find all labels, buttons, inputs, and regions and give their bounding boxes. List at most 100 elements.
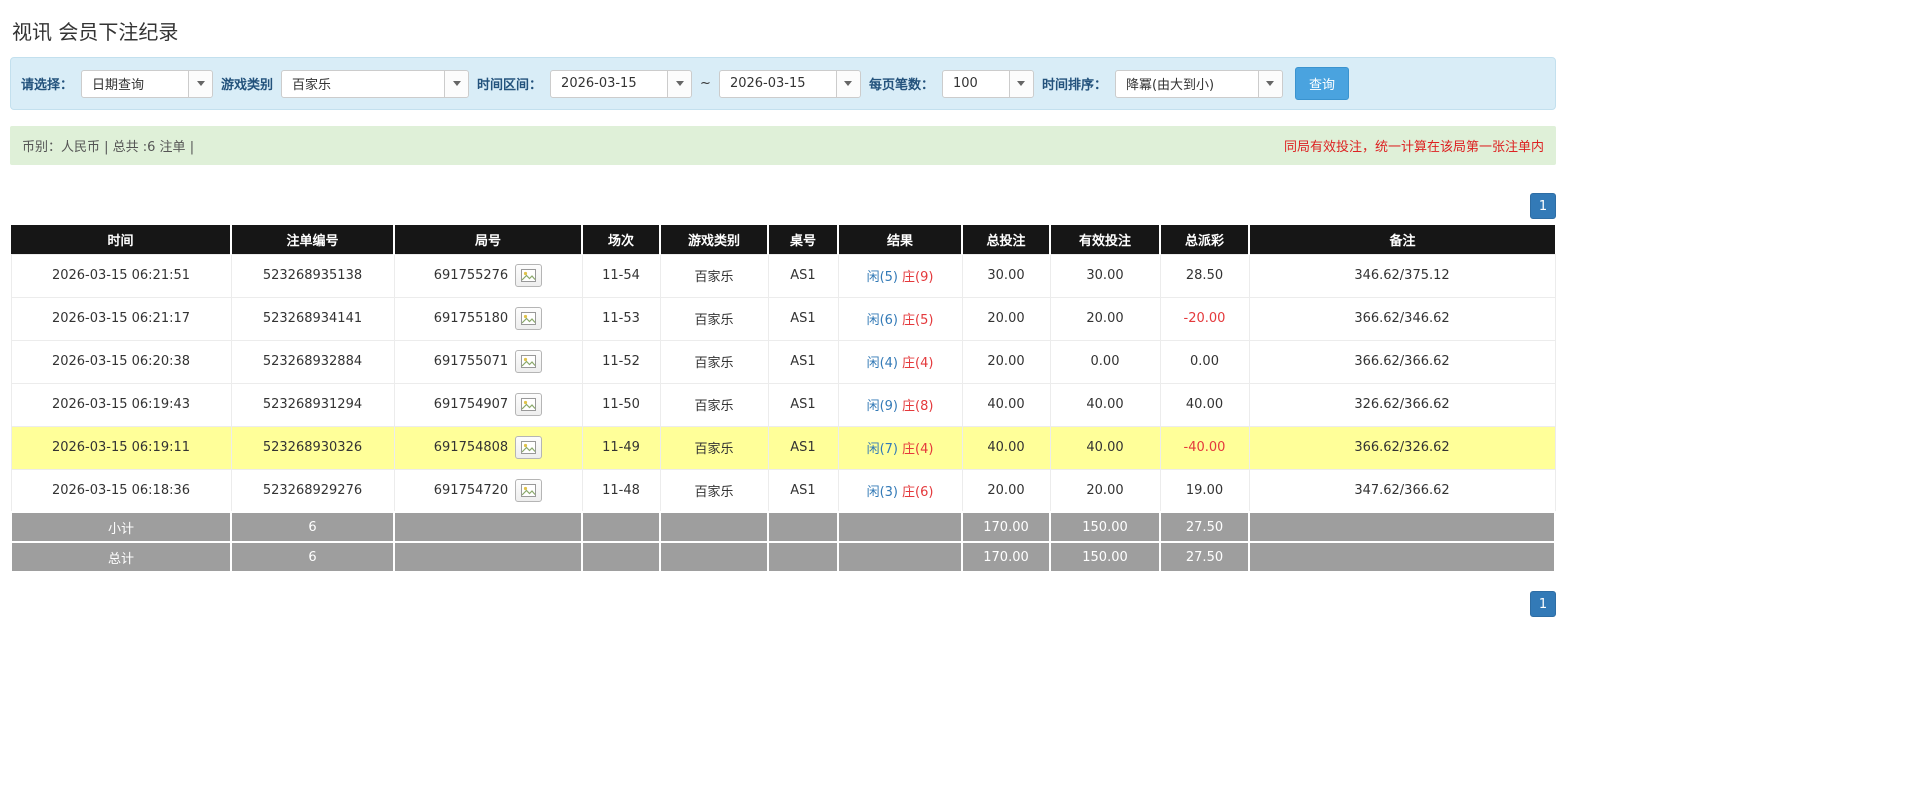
total-bet-cell[interactable]: 30.00 <box>961 253 1051 298</box>
total-valid-bet: 150.00 <box>1049 541 1161 573</box>
game-type-cell: 百家乐 <box>659 382 769 427</box>
header-session: 场次 <box>582 225 661 254</box>
round-cell: 691754808 <box>393 425 583 470</box>
result-cell: 闲(6) 庄(5) <box>837 296 963 341</box>
bet-id-cell: 523268929276 <box>230 468 395 513</box>
bet-id-cell: 523268935138 <box>230 253 395 298</box>
time-cell: 2026-03-15 06:19:43 <box>10 382 232 427</box>
page-1-button[interactable]: 1 <box>1530 591 1556 617</box>
subtotal-payout: 27.50 <box>1159 511 1250 543</box>
image-icon <box>521 483 537 497</box>
table-no-cell: AS1 <box>767 425 839 470</box>
time-cell: 2026-03-15 06:21:51 <box>10 253 232 298</box>
time-cell: 2026-03-15 06:19:11 <box>10 425 232 470</box>
table-row: 2026-03-15 06:19:11 523268930326 6917548… <box>10 425 1556 470</box>
subtotal-count: 6 <box>230 511 395 543</box>
result-cell: 闲(3) 庄(6) <box>837 468 963 513</box>
bet-id-cell: 523268931294 <box>230 382 395 427</box>
payout-cell: 28.50 <box>1159 253 1250 298</box>
bet-id-cell: 523268930326 <box>230 425 395 470</box>
round-detail-button[interactable] <box>515 436 543 459</box>
session-cell: 11-49 <box>581 425 661 470</box>
header-time: 时间 <box>11 225 232 254</box>
player-result: 闲(4) <box>866 356 898 371</box>
game-type-cell: 百家乐 <box>659 253 769 298</box>
date-range-separator: ~ <box>700 76 711 91</box>
total-payout: 27.50 <box>1159 541 1250 573</box>
bet-id-cell: 523268932884 <box>230 339 395 384</box>
total-bet-cell[interactable]: 20.00 <box>961 468 1051 513</box>
round-number: 691754808 <box>433 440 509 455</box>
chevron-down-icon[interactable] <box>835 70 860 97</box>
session-cell: 11-53 <box>581 296 661 341</box>
valid-bet-cell: 20.00 <box>1049 468 1161 513</box>
valid-bet-cell: 40.00 <box>1049 382 1161 427</box>
session-cell: 11-54 <box>581 253 661 298</box>
search-button[interactable]: 查询 <box>1294 67 1349 100</box>
time-cell: 2026-03-15 06:20:38 <box>10 339 232 384</box>
sort-order-select[interactable]: 降冪(由大到小) <box>1114 69 1283 98</box>
subtotal-valid-bet: 150.00 <box>1049 511 1161 543</box>
game-type-select[interactable]: 百家乐 <box>281 69 470 98</box>
pagination-top: 1 <box>10 193 1556 219</box>
image-icon <box>521 355 537 368</box>
valid-bet-cell: 0.00 <box>1049 339 1161 384</box>
game-type-cell: 百家乐 <box>659 296 769 341</box>
page-size-value: 100 <box>952 76 978 91</box>
round-detail-button[interactable] <box>515 478 543 502</box>
chevron-down-icon[interactable] <box>1257 70 1282 97</box>
payout-cell: 40.00 <box>1159 382 1250 427</box>
chevron-down-icon[interactable] <box>667 70 692 97</box>
banker-result: 庄(5) <box>902 313 934 328</box>
total-bet-cell[interactable]: 20.00 <box>961 296 1051 341</box>
total-bet-cell[interactable]: 40.00 <box>961 382 1051 427</box>
header-note: 备注 <box>1249 225 1555 254</box>
round-number: 691754720 <box>433 482 509 498</box>
player-result: 闲(9) <box>866 399 898 414</box>
banker-result: 庄(4) <box>902 442 934 457</box>
round-number: 691754907 <box>433 397 509 412</box>
payout-cell: 19.00 <box>1159 468 1250 513</box>
session-cell: 11-50 <box>581 382 661 427</box>
valid-bet-cell: 20.00 <box>1049 296 1161 341</box>
header-table-no: 桌号 <box>768 225 839 254</box>
player-result: 闲(6) <box>866 313 898 328</box>
payout-cell: -40.00 <box>1159 425 1250 470</box>
date-to-input[interactable]: 2026-03-15 <box>718 69 861 98</box>
total-bet-cell[interactable]: 40.00 <box>961 425 1051 470</box>
round-detail-button[interactable] <box>515 264 543 287</box>
total-row: 总计 6 170.00 150.00 27.50 <box>10 541 1556 573</box>
header-game-type: 游戏类别 <box>660 225 769 254</box>
total-label: 总计 <box>10 541 232 573</box>
round-detail-button[interactable] <box>515 307 543 330</box>
total-bet-cell[interactable]: 20.00 <box>961 339 1051 384</box>
page-container: 视讯 会员下注纪录 请选择： 日期查询 游戏类别 百家乐 时间区间： 2026-… <box>10 16 1556 617</box>
payout-cell: -20.00 <box>1159 296 1250 341</box>
game-type-value: 百家乐 <box>292 78 332 93</box>
page-size-select[interactable]: 100 <box>941 69 1034 98</box>
note-cell: 366.62/346.62 <box>1248 296 1556 341</box>
round-cell: 691754720 <box>393 468 583 513</box>
table-row: 2026-03-15 06:20:38 523268932884 6917550… <box>10 339 1556 384</box>
total-count: 6 <box>230 541 395 573</box>
subtotal-row: 小计 6 170.00 150.00 27.50 <box>10 511 1556 543</box>
header-round: 局号 <box>394 225 583 254</box>
time-cell: 2026-03-15 06:18:36 <box>10 468 232 513</box>
round-detail-button[interactable] <box>515 350 543 373</box>
date-from-input[interactable]: 2026-03-15 <box>550 69 693 98</box>
game-type-cell: 百家乐 <box>659 339 769 384</box>
banker-result: 庄(9) <box>902 270 934 285</box>
chevron-down-icon[interactable] <box>444 70 469 97</box>
note-cell: 347.62/366.62 <box>1248 468 1556 513</box>
query-type-select[interactable]: 日期查询 <box>81 69 214 98</box>
page-1-button[interactable]: 1 <box>1530 193 1556 219</box>
session-cell: 11-52 <box>581 339 661 384</box>
notice-text: 同局有效投注，统一计算在该局第一张注单内 <box>1283 140 1544 155</box>
result-cell: 闲(9) 庄(8) <box>837 382 963 427</box>
chevron-down-icon[interactable] <box>188 70 213 97</box>
round-detail-button[interactable] <box>515 393 543 416</box>
session-cell: 11-48 <box>581 468 661 513</box>
chevron-down-icon[interactable] <box>1008 70 1033 97</box>
image-icon <box>521 398 537 411</box>
summary-bar: 币别：人民币 | 总共 :6 注单 | 同局有效投注，统一计算在该局第一张注单内 <box>10 126 1556 165</box>
